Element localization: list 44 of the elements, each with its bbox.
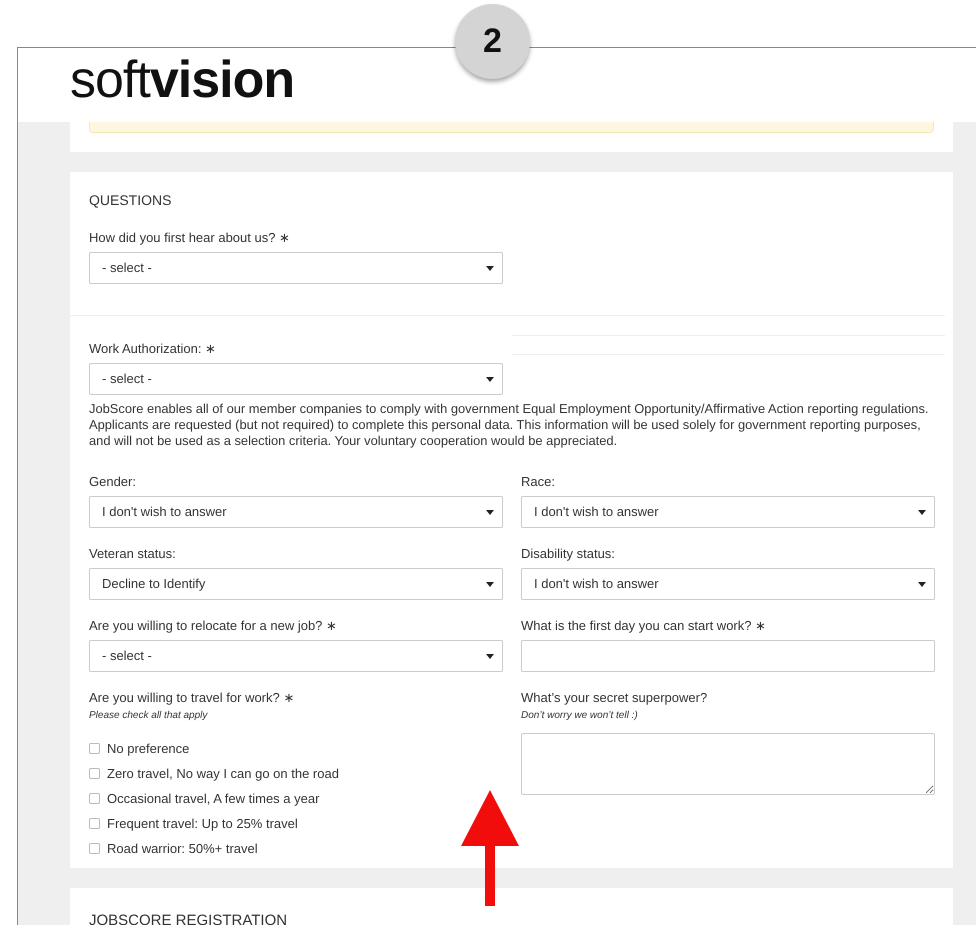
field-label: Disability status:: [521, 546, 616, 562]
field-label: Are you willing to relocate for a new job? ∗: [89, 618, 338, 634]
field-label: What is the first day you can start work? ∗: [521, 618, 768, 634]
caret-icon: [486, 266, 494, 270]
select-field[interactable]: I don't wish to answer: [89, 496, 503, 528]
select-field[interactable]: I don't wish to answer: [521, 568, 935, 600]
checkbox-label: Occasional travel, A few times a year: [107, 790, 320, 808]
select-field[interactable]: - select -: [89, 252, 503, 284]
field-hint: Don’t worry we won’t tell :): [521, 710, 639, 722]
checkbox-label: Frequent travel: Up to 25% travel: [107, 814, 298, 833]
softvision-logo: softvision: [70, 50, 294, 110]
field-label: Veteran status:: [89, 546, 177, 562]
input-field[interactable]: [521, 640, 935, 672]
select-field[interactable]: I don't wish to answer: [521, 496, 935, 528]
select-field[interactable]: - select -: [89, 363, 503, 395]
select-field[interactable]: - select -: [89, 640, 503, 672]
step-badge: 2: [455, 4, 530, 79]
field-label: Are you willing to travel for work? ∗: [89, 690, 296, 706]
caret-icon: [918, 510, 926, 514]
caret-icon: [486, 654, 494, 658]
checkbox-label: Zero travel, No way I can go on the road: [107, 764, 339, 783]
field-label: Work Authorization: ∗: [89, 341, 218, 357]
field-hint: Please check all that apply: [89, 710, 209, 722]
text-area[interactable]: [521, 733, 935, 795]
checkbox[interactable]: [89, 793, 100, 804]
checkbox-label: No preference: [107, 740, 190, 758]
section-title: QUESTIONS: [89, 191, 172, 210]
field-label: Gender:: [89, 474, 137, 490]
field-label: What’s your secret superpower?: [521, 690, 708, 706]
checkbox[interactable]: [89, 743, 100, 754]
field-label: How did you first hear about us? ∗: [89, 230, 292, 246]
caret-icon: [918, 582, 926, 586]
caret-icon: [486, 582, 494, 586]
checkbox[interactable]: [89, 768, 100, 779]
caret-icon: [486, 510, 494, 514]
up-arrow-icon: [461, 790, 519, 906]
caret-icon: [486, 376, 494, 382]
checkbox-label: Road warrior: 50%+ travel: [107, 840, 258, 858]
section-title: JOBSCORE REGISTRATION: [89, 911, 288, 925]
eeo-notice: JobScore enables all of our member companies to comply with government Equal Employment Opportunity/Affirmative Action reporting regulations. Applicants are requested (but not required) to complete this personal data. This information will be used solely for government reporting purposes, and will not be used as a selection criteria. Your voluntary cooperation would be appreciated.: [89, 401, 930, 449]
checkbox[interactable]: [89, 843, 100, 854]
select-field[interactable]: Decline to Identify: [89, 568, 503, 600]
checkbox[interactable]: [89, 818, 100, 829]
field-label: Race:: [521, 474, 556, 490]
